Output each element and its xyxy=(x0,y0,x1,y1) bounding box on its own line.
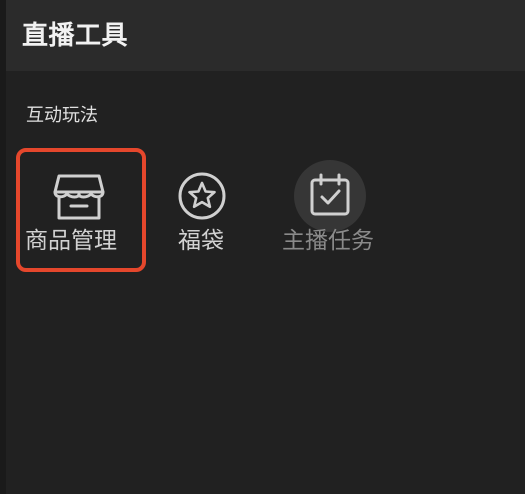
live-tools-panel: 直播工具 互动玩法 商品管理 福袋 主播任务 xyxy=(0,0,525,494)
tool-label: 主播任务 xyxy=(282,228,374,254)
tool-product-management[interactable]: 商品管理 xyxy=(16,148,146,272)
tool-label: 福袋 xyxy=(178,228,224,254)
left-edge-divider xyxy=(0,0,6,494)
tool-anchor-tasks[interactable]: 主播任务 xyxy=(280,148,410,272)
tool-label: 商品管理 xyxy=(25,228,117,254)
panel-header: 直播工具 xyxy=(6,0,525,71)
panel-title: 直播工具 xyxy=(22,21,129,51)
section-title: 互动玩法 xyxy=(26,105,98,126)
star-circle-icon xyxy=(166,160,238,232)
storefront-icon xyxy=(43,160,115,232)
tool-lucky-bag[interactable]: 福袋 xyxy=(160,148,290,272)
calendar-check-icon xyxy=(294,160,366,232)
